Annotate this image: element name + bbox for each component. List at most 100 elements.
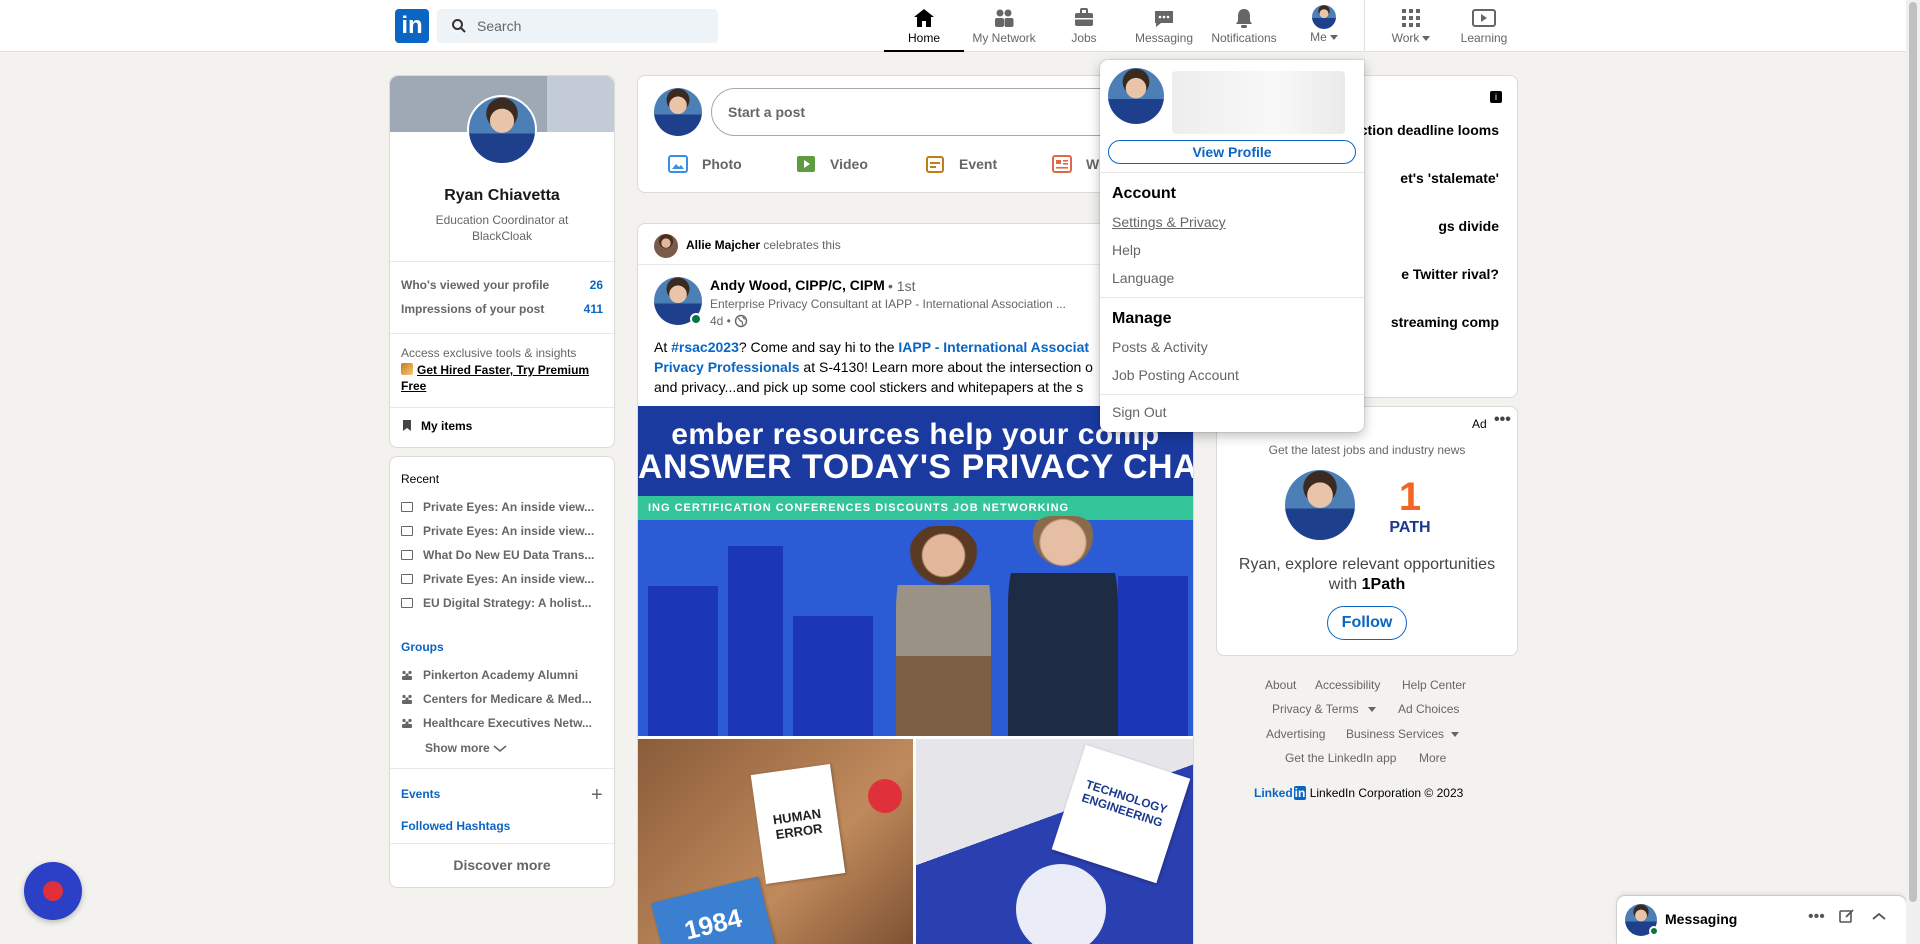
linkedin-wordmark: Linked in: [1254, 786, 1307, 800]
scrollbar-thumb[interactable]: [1909, 2, 1917, 902]
recent-item[interactable]: Private Eyes: An inside view...: [401, 524, 606, 538]
search-icon: [452, 19, 466, 33]
menu-avatar[interactable]: [1108, 68, 1164, 124]
info-icon[interactable]: i: [1490, 91, 1502, 103]
nav-messaging[interactable]: Messaging: [1124, 0, 1204, 52]
divider: [1100, 172, 1364, 173]
recent-item[interactable]: Private Eyes: An inside view...: [401, 572, 606, 586]
nav-learning[interactable]: Learning: [1444, 0, 1524, 52]
sticker-graphic: [868, 779, 902, 813]
group-icon: [402, 694, 412, 704]
group-item[interactable]: Healthcare Executives Netw...: [401, 716, 606, 730]
footer-link[interactable]: About: [1265, 678, 1296, 692]
company-logo[interactable]: 1 PATH: [1383, 475, 1437, 541]
help-link[interactable]: Help: [1112, 242, 1141, 258]
nav-notifications[interactable]: Notifications: [1204, 0, 1284, 52]
divider: [390, 768, 614, 769]
premium-icon: [401, 363, 413, 375]
footer-link[interactable]: Get the LinkedIn app: [1285, 751, 1396, 765]
more-options-icon[interactable]: •••: [1494, 411, 1511, 429]
stat-label: Impressions of your post: [401, 302, 545, 316]
linkedin-logo[interactable]: in: [395, 9, 429, 43]
more-options-icon[interactable]: •••: [1808, 908, 1825, 926]
briefcase-icon: [1075, 8, 1093, 26]
celebrator-name[interactable]: Allie Majcher: [686, 238, 760, 252]
footer-link[interactable]: Accessibility: [1315, 678, 1380, 692]
footer-link[interactable]: Privacy & Terms: [1272, 702, 1376, 716]
footer-link[interactable]: Business Services: [1346, 727, 1460, 741]
me-dropdown-menu: View Profile Account Settings & Privacy …: [1100, 60, 1364, 432]
recent-item[interactable]: EU Digital Strategy: A holist...: [401, 596, 606, 610]
nav-home[interactable]: Home: [884, 0, 964, 52]
chevron-down-icon: [1367, 707, 1376, 713]
profile-name[interactable]: Ryan Chiavetta: [390, 187, 614, 205]
video-button[interactable]: Video: [796, 152, 868, 180]
author-name[interactable]: Andy Wood, CIPP/C, CIPM: [710, 277, 885, 293]
sign-out-link[interactable]: Sign Out: [1112, 404, 1166, 420]
nav-work[interactable]: Work: [1371, 0, 1451, 52]
post-image-left[interactable]: HUMAN ERROR 1984: [638, 739, 913, 944]
post-time-text: 4d •: [710, 314, 731, 328]
view-profile-button[interactable]: View Profile: [1108, 140, 1356, 164]
nav-jobs[interactable]: Jobs: [1044, 0, 1124, 52]
mention-link[interactable]: Privacy Professionals: [654, 359, 800, 375]
stat-post-impressions[interactable]: Impressions of your post 411: [401, 302, 603, 316]
chevron-up-icon[interactable]: [1871, 908, 1887, 929]
group-item[interactable]: Centers for Medicare & Med...: [401, 692, 606, 706]
search-bar[interactable]: [437, 9, 718, 43]
stat-profile-views[interactable]: Who's viewed your profile 26: [401, 278, 603, 292]
posts-activity-link[interactable]: Posts & Activity: [1112, 339, 1208, 355]
discover-more-button[interactable]: Discover more: [390, 857, 614, 873]
stat-value: 26: [589, 278, 603, 292]
follow-button[interactable]: Follow: [1327, 606, 1407, 640]
composer-avatar[interactable]: [654, 88, 702, 136]
profile-avatar[interactable]: [467, 95, 537, 165]
chat-widget-button[interactable]: [24, 862, 82, 920]
followed-hashtags-link[interactable]: Followed Hashtags: [401, 819, 510, 833]
nav-me-label: Me: [1310, 30, 1327, 44]
search-input[interactable]: [477, 9, 707, 43]
events-link[interactable]: Events: [401, 787, 440, 801]
job-posting-account-link[interactable]: Job Posting Account: [1112, 367, 1239, 383]
photo-button[interactable]: Photo: [668, 152, 742, 180]
nav-me[interactable]: Me: [1284, 0, 1364, 52]
newsletter-icon: [401, 574, 413, 584]
footer-link[interactable]: More: [1419, 751, 1446, 765]
recent-item[interactable]: What Do New EU Data Trans...: [401, 548, 606, 562]
groups-title[interactable]: Groups: [401, 640, 444, 654]
celebrator-avatar[interactable]: [654, 234, 678, 258]
video-icon: [797, 156, 815, 172]
messaging-overlay[interactable]: Messaging •••: [1617, 896, 1906, 944]
nav-my-network[interactable]: My Network: [964, 0, 1044, 52]
write-article-button[interactable]: Wr: [1052, 152, 1104, 180]
account-heading: Account: [1112, 185, 1176, 202]
building-graphic: [648, 586, 718, 736]
my-items-link[interactable]: My items: [401, 419, 472, 433]
messaging-label: Messaging: [1665, 911, 1738, 927]
ad-label: Ad: [1472, 417, 1487, 431]
show-more-button[interactable]: Show more: [425, 741, 507, 755]
language-link[interactable]: Language: [1112, 270, 1174, 286]
home-icon: [914, 9, 934, 27]
scrollbar[interactable]: [1906, 0, 1920, 944]
nav-learning-label: Learning: [1460, 31, 1508, 45]
ad-company: 1Path: [1361, 576, 1406, 593]
recent-item[interactable]: Private Eyes: An inside view...: [401, 500, 606, 514]
divider: [1100, 297, 1364, 298]
event-button[interactable]: Event: [925, 152, 997, 180]
footer-link[interactable]: Help Center: [1402, 678, 1466, 692]
post-image-right[interactable]: TECHNOLOGY ENGINEERING: [916, 739, 1193, 944]
premium-link[interactable]: Get Hired Faster, Try Premium Free: [401, 362, 606, 394]
hashtag-link[interactable]: #rsac2023: [671, 339, 739, 355]
settings-privacy-link[interactable]: Settings & Privacy: [1112, 214, 1226, 230]
post-text-segment: at S-4130! Learn more about the intersec…: [799, 359, 1093, 375]
footer-link[interactable]: Ad Choices: [1398, 702, 1459, 716]
add-event-icon[interactable]: +: [591, 785, 603, 805]
post-image-main[interactable]: ember resources help your comp ANSWER TO…: [638, 406, 1193, 736]
mention-link[interactable]: IAPP - International Associat: [898, 339, 1089, 355]
chevron-down-icon: [493, 745, 507, 753]
footer-link[interactable]: Advertising: [1266, 727, 1325, 741]
compose-icon[interactable]: [1839, 908, 1855, 929]
manage-heading: Manage: [1112, 310, 1172, 327]
group-item[interactable]: Pinkerton Academy Alumni: [401, 668, 606, 682]
